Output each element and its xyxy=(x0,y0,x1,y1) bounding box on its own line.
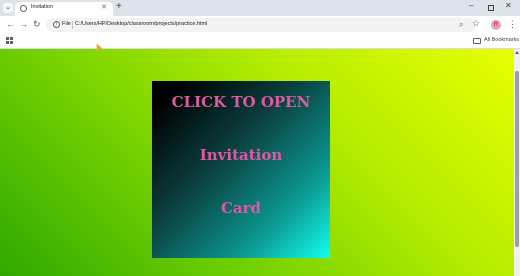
card-title: Invitation xyxy=(199,146,283,164)
avatar[interactable]: R xyxy=(491,20,501,30)
folder-icon xyxy=(473,38,481,44)
star-icon[interactable]: ☆ xyxy=(472,18,480,29)
all-bookmarks-button[interactable]: All Bookmarks xyxy=(484,37,519,43)
scroll-up-icon[interactable] xyxy=(515,51,519,54)
chevron-down-icon[interactable]: ⌄ xyxy=(3,3,13,13)
scheme-label: File xyxy=(62,21,71,27)
plus-icon[interactable]: + xyxy=(116,1,122,12)
address-bar[interactable]: i File C:/Users/HP/Desktop/classroom/pro… xyxy=(46,18,476,32)
url-text[interactable]: C:/Users/HP/Desktop/classroom/projects/p… xyxy=(75,21,207,27)
close-icon[interactable]: ✕ xyxy=(101,3,107,11)
page-scrollbar[interactable] xyxy=(514,49,520,276)
tab-strip: ⌄ Invitation ✕ + – ✕ xyxy=(0,0,520,16)
minimize-icon[interactable]: – xyxy=(469,1,473,10)
arrow-left-icon[interactable]: ← xyxy=(6,19,15,29)
arrow-right-icon[interactable]: → xyxy=(19,19,28,29)
tab-title: Invitation xyxy=(31,4,54,10)
card-heading: CLICK TO OPEN xyxy=(171,93,311,111)
browser-toolbar: ← → ↻ i File C:/Users/HP/Desktop/classro… xyxy=(0,16,520,34)
globe-icon xyxy=(20,5,27,12)
window-close-icon[interactable]: ✕ xyxy=(505,1,512,10)
scroll-thumb[interactable] xyxy=(515,71,519,247)
info-icon[interactable]: i xyxy=(53,21,60,28)
invitation-card[interactable]: CLICK TO OPEN Invitation Card xyxy=(152,81,330,258)
card-subtitle: Card xyxy=(220,199,262,217)
zoom-icon[interactable]: ⌕ xyxy=(459,20,463,30)
bookmarks-bar: All Bookmarks xyxy=(0,34,520,49)
kebab-menu-icon[interactable]: ⋮ xyxy=(508,19,517,30)
apps-grid-icon[interactable] xyxy=(6,37,13,44)
reload-icon[interactable]: ↻ xyxy=(33,19,41,30)
maximize-icon[interactable] xyxy=(488,5,494,11)
divider xyxy=(72,21,73,29)
tab-active[interactable]: Invitation ✕ xyxy=(15,2,113,16)
page-viewport: CLICK TO OPEN Invitation Card xyxy=(0,49,514,276)
